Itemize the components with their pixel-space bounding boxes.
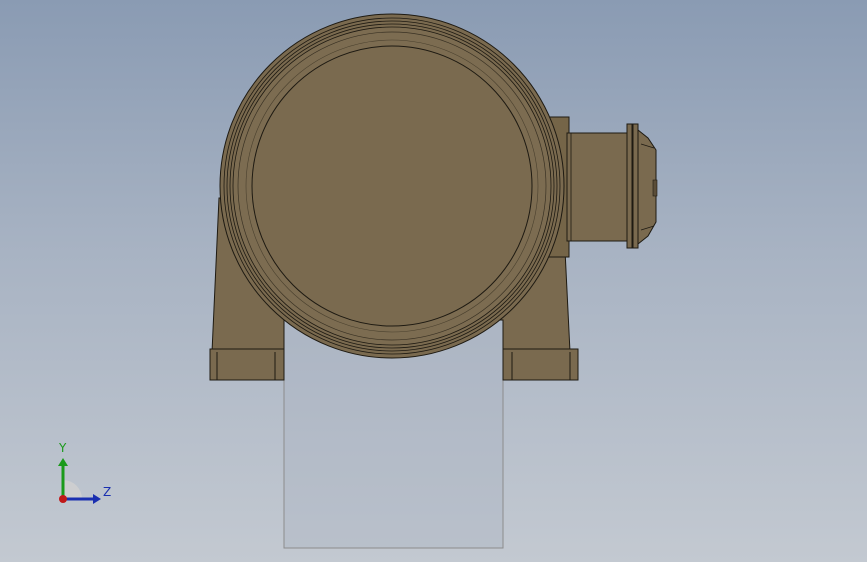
y-axis-label: Y [59,441,67,455]
y-axis-arrow-icon [58,458,68,466]
end-cover[interactable] [251,45,533,327]
x-axis-dot-icon [59,495,67,503]
terminal-box[interactable] [566,123,658,249]
orientation-triad[interactable]: Y Z [50,440,120,510]
triad-plane-shading [63,480,82,499]
motor-housing[interactable] [219,13,565,359]
graphics-viewport[interactable]: Y Z [0,0,867,562]
right-mounting-foot[interactable] [502,348,579,381]
z-axis-label: Z [103,485,112,499]
model-view[interactable] [0,0,867,562]
left-mounting-foot[interactable] [209,348,285,381]
z-axis-arrow-icon [93,494,101,504]
